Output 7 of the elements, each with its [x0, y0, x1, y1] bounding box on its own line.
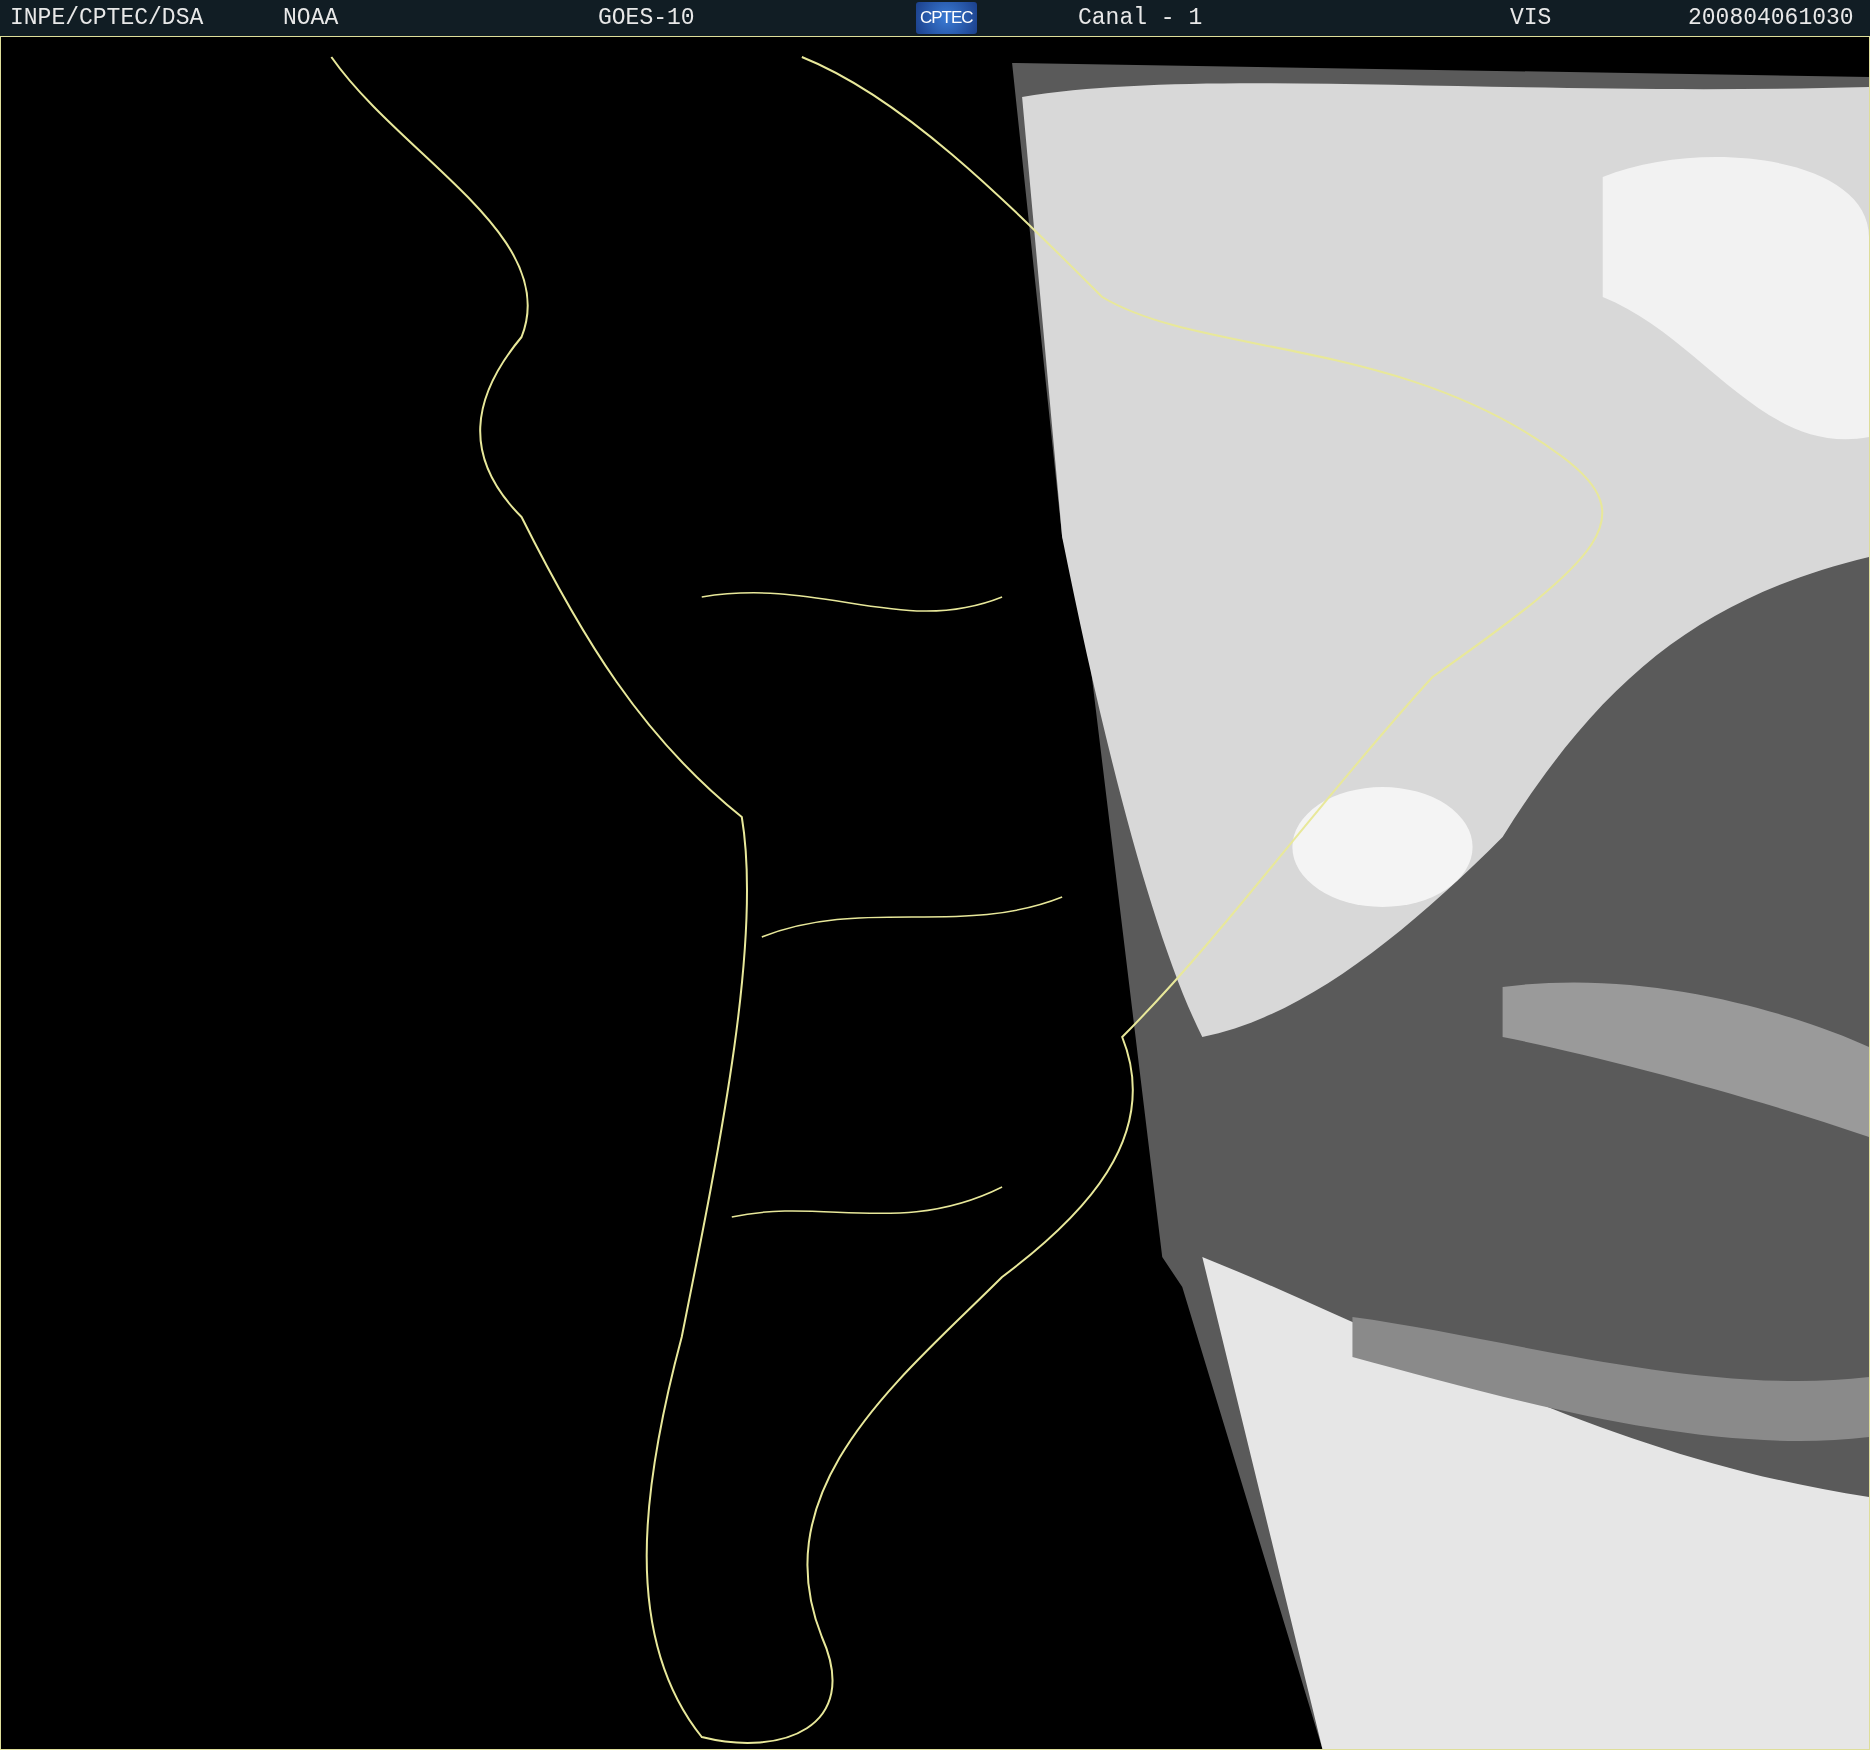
source-label: NOAA: [283, 5, 339, 31]
channel-label: Canal - 1: [1078, 5, 1203, 31]
satellite-label: GOES-10: [598, 5, 695, 31]
agency-label: INPE/CPTEC/DSA: [10, 5, 204, 31]
timestamp-label: 200804061030: [1688, 5, 1854, 31]
logo: CPTEC: [916, 2, 977, 34]
band-label: VIS: [1510, 5, 1552, 31]
